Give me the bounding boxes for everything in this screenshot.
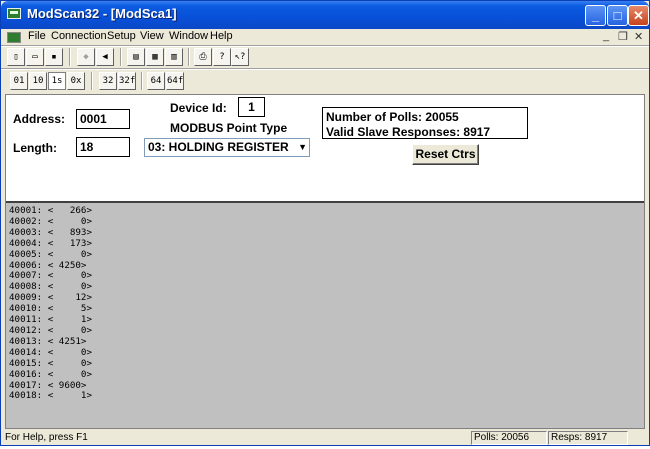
maximize-button[interactable]: □: [607, 5, 628, 26]
toolbar-separator: [120, 48, 122, 66]
menu-window[interactable]: Window: [169, 30, 208, 42]
status-responses: Resps: 8917: [548, 431, 628, 445]
menu-file-label: File: [28, 30, 46, 42]
toolbar-separator: [141, 72, 143, 90]
hex-format-button[interactable]: 0x: [67, 72, 85, 90]
display-icon[interactable]: ▤: [127, 48, 145, 66]
close-button[interactable]: ✕: [628, 5, 649, 26]
document-window: Address: 0001 Length: 18 Device Id: 1 MO…: [5, 94, 645, 429]
reset-counters-button[interactable]: Reset Ctrs: [412, 144, 479, 165]
document-icon[interactable]: [7, 32, 21, 43]
connect-icon[interactable]: ◆: [77, 48, 95, 66]
mdi-minimize-button[interactable]: _: [603, 30, 609, 42]
toolbar-separator: [69, 48, 71, 66]
display-icon[interactable]: ▥: [165, 48, 183, 66]
float32-format-button[interactable]: 32f: [118, 72, 136, 90]
mdi-close-button[interactable]: ✕: [634, 30, 643, 43]
menu-bar: File Connection Setup View Window Help _…: [1, 29, 649, 45]
menu-help-label: Help: [210, 30, 233, 42]
float64-format-button[interactable]: 64f: [166, 72, 184, 90]
int32-format-button[interactable]: 32: [99, 72, 117, 90]
display-icon[interactable]: ▦: [146, 48, 164, 66]
save-icon[interactable]: ▪: [45, 48, 63, 66]
config-pane: Address: 0001 Length: 18 Device Id: 1 MO…: [6, 95, 644, 201]
register-row[interactable]: 40018: < 1>: [9, 391, 92, 402]
point-type-label: MODBUS Point Type: [170, 121, 288, 135]
status-polls: Polls: 20056: [471, 431, 547, 445]
valid-responses-count: Valid Slave Responses: 8917: [326, 125, 491, 139]
register-data-pane: 40001: < 266> 40002: < 0> 40003: < 893> 400…: [6, 203, 644, 428]
app-window: ModScan32 - [ModSca1] _ □ ✕ File Connect…: [0, 0, 650, 446]
help-icon[interactable]: ?: [213, 48, 231, 66]
menu-window-label: Window: [169, 30, 209, 42]
register-row[interactable]: 40004: < 173>: [9, 238, 92, 250]
menu-view-label: View: [140, 30, 164, 42]
chevron-down-icon[interactable]: ▼: [298, 140, 307, 155]
point-type-select[interactable]: 03: HOLDING REGISTER ▼: [144, 138, 310, 157]
title-bar[interactable]: ModScan32 - [ModSca1] _ □ ✕: [1, 1, 649, 29]
menu-view[interactable]: View: [140, 30, 164, 42]
resize-grip-icon[interactable]: [629, 431, 647, 445]
context-help-icon[interactable]: ↖?: [231, 48, 249, 66]
print-icon[interactable]: ⎙: [194, 48, 212, 66]
menu-setup[interactable]: Setup: [107, 30, 136, 42]
mdi-restore-button[interactable]: ❐: [618, 30, 628, 43]
length-label: Length:: [13, 141, 57, 155]
device-id-field[interactable]: 1: [238, 97, 265, 117]
window-title: ModScan32 - [ModSca1]: [27, 6, 177, 21]
int64-format-button[interactable]: 64: [147, 72, 165, 90]
device-id-label: Device Id:: [170, 101, 227, 115]
menu-file[interactable]: File: [28, 30, 46, 42]
register-row[interactable]: 40016: < 0>: [9, 369, 92, 381]
toolbar-separator: [91, 72, 93, 90]
toolbar-divider: [1, 45, 649, 47]
length-field[interactable]: 18: [76, 137, 130, 157]
status-bar: For Help, press F1 Polls: 20056 Resps: 8…: [1, 430, 649, 446]
modscan-app-icon[interactable]: [7, 8, 21, 19]
binary-format-button[interactable]: 01: [10, 72, 28, 90]
open-icon[interactable]: ▭: [26, 48, 44, 66]
register-row[interactable]: 40015: < 0>: [9, 358, 92, 370]
minimize-button[interactable]: _: [585, 5, 606, 26]
menu-connection[interactable]: Connection: [51, 30, 107, 42]
register-list: 40001: < 266> 40002: < 0> 40003: < 893> 400…: [9, 205, 92, 402]
menu-connection-label: Connection: [51, 30, 107, 42]
decimal-format-button[interactable]: 10: [29, 72, 47, 90]
status-help-text: For Help, press F1: [5, 432, 88, 443]
address-label: Address:: [13, 112, 66, 126]
signed-format-button[interactable]: 1s: [48, 72, 66, 90]
toolbar-separator: [188, 48, 190, 66]
menu-help[interactable]: Help: [210, 30, 233, 42]
disconnect-icon[interactable]: ◀: [96, 48, 114, 66]
new-icon[interactable]: ▯: [7, 48, 25, 66]
register-row[interactable]: 40005: < 0>: [9, 249, 92, 261]
polls-count: Number of Polls: 20055: [326, 110, 459, 124]
point-type-value: 03: HOLDING REGISTER: [148, 140, 289, 154]
address-field[interactable]: 0001: [76, 109, 130, 129]
menu-setup-label: Setup: [107, 30, 136, 42]
poll-stats-box: Number of Polls: 20055 Valid Slave Respo…: [322, 107, 528, 139]
toolbar-divider: [1, 68, 649, 70]
